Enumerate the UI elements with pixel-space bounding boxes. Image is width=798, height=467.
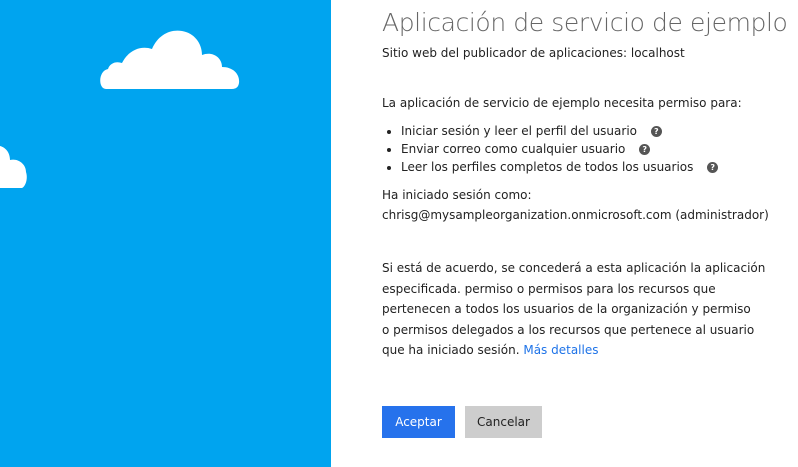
app-title: Aplicación de servicio de ejemplo xyxy=(382,8,788,37)
cancel-button[interactable]: Cancelar xyxy=(465,406,542,438)
signed-in-user: chrisg@mysampleorganization.onmicrosoft.… xyxy=(382,208,769,222)
permission-item: Enviar correo como cualquier usuario ? xyxy=(382,141,718,159)
accept-button[interactable]: Aceptar xyxy=(382,406,455,438)
help-icon[interactable]: ? xyxy=(650,126,662,137)
permission-item: Leer los perfiles completos de todos los… xyxy=(382,159,719,177)
permission-label: Iniciar sesión y leer el perfil del usua… xyxy=(401,124,638,138)
sky-illustration-panel xyxy=(0,0,331,467)
help-icon[interactable]: ? xyxy=(639,144,651,155)
bullet-icon xyxy=(387,130,391,134)
permission-intro: La aplicación de servicio de ejemplo nec… xyxy=(382,96,742,110)
consent-line: pertenecen a todos los usuarios de la or… xyxy=(382,302,751,316)
permission-list: Iniciar sesión y leer el perfil del usua… xyxy=(382,123,719,177)
signed-in-label: Ha iniciado sesión como: xyxy=(382,188,532,202)
consent-line: Si está de acuerdo, se concederá a esta … xyxy=(382,261,766,275)
consent-last-line: que ha iniciado sesión. Más detalles xyxy=(382,340,792,361)
cloud-illustration xyxy=(98,27,240,91)
cloud-illustration xyxy=(0,144,28,188)
consent-line: que ha iniciado sesión. xyxy=(382,343,520,357)
permission-label: Leer los perfiles completos de todos los… xyxy=(401,160,694,174)
bullet-icon xyxy=(387,148,391,152)
consent-text: Si está de acuerdo, se concederá a esta … xyxy=(382,258,792,361)
help-icon[interactable]: ? xyxy=(707,162,719,173)
consent-line: especificada. permiso o permisos para lo… xyxy=(382,281,716,296)
permission-label: Enviar correo como cualquier usuario xyxy=(401,142,626,156)
consent-line: o permisos delegados a los recursos que … xyxy=(382,322,755,337)
publisher-info: Sitio web del publicador de aplicaciones… xyxy=(382,46,685,60)
more-details-link[interactable]: Más detalles xyxy=(523,343,598,357)
permission-item: Iniciar sesión y leer el perfil del usua… xyxy=(382,123,718,141)
bullet-icon xyxy=(387,166,391,170)
